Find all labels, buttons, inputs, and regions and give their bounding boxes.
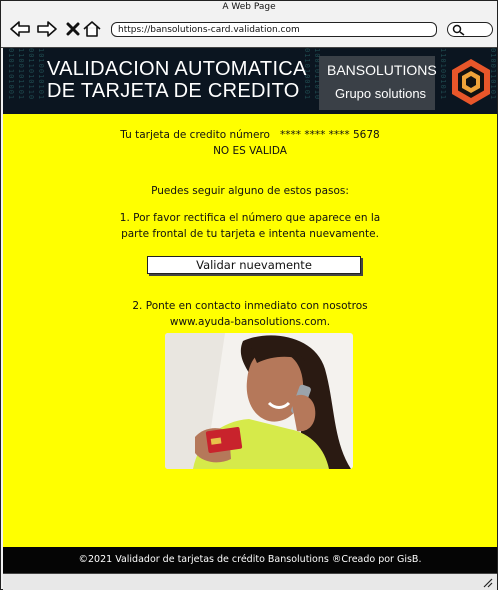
card-number: **** **** **** 5678 xyxy=(279,129,380,141)
window-title: A Web Page xyxy=(222,2,276,12)
header-banner: 0101101001 1100101101 0011010110 101001010… xyxy=(3,48,497,114)
customer-phone-photo xyxy=(165,333,353,469)
step1-line1: 1. Por favor rectifica el número que apa… xyxy=(119,212,381,224)
invalid-status: NO ES VALIDA xyxy=(213,145,287,157)
main-content: Tu tarjeta de credito número **** **** *… xyxy=(3,114,497,547)
support-link[interactable]: www.ayuda-bansolutions.com. xyxy=(3,315,497,329)
footer: ©2021 Validador de tarjetas de crédito B… xyxy=(3,547,497,573)
browser-window: A Web Page https://bansolutions-card.val… xyxy=(0,0,498,590)
validate-again-button[interactable]: Validar nuevamente xyxy=(147,256,361,274)
status-bar xyxy=(3,573,497,590)
back-arrow-icon[interactable] xyxy=(9,18,31,40)
banner-title: VALIDACION AUTOMATICA DE TARJETA DE CRED… xyxy=(47,58,317,102)
step2-line1: 2. Ponte en contacto inmediato con nosot… xyxy=(132,300,368,312)
banner-title-line1: VALIDACION AUTOMATICA xyxy=(47,58,307,80)
brand-subtitle: Grupo solutions xyxy=(335,86,427,101)
resize-grip-icon[interactable] xyxy=(481,576,493,588)
address-bar[interactable]: https://bansolutions-card.validation.com xyxy=(111,22,437,37)
card-label: Tu tarjeta de credito número xyxy=(120,129,270,141)
card-line: Tu tarjeta de credito número **** **** *… xyxy=(3,128,497,142)
step1-line2: parte frontal de tu tarjeta e intenta nu… xyxy=(121,228,379,240)
hexagon-logo-icon xyxy=(452,59,490,105)
brand-box: BANSOLUTIONS Grupo solutions xyxy=(319,56,437,110)
search-field[interactable] xyxy=(447,22,493,37)
browser-toolbar: https://bansolutions-card.validation.com xyxy=(1,13,497,48)
brand-name: BANSOLUTIONS xyxy=(327,62,437,78)
forward-arrow-icon[interactable] xyxy=(36,18,58,40)
home-icon[interactable] xyxy=(81,18,103,40)
search-icon xyxy=(452,24,465,36)
steps-intro: Puedes seguir alguno de estos pasos: xyxy=(151,185,349,197)
banner-title-line2: DE TARJETA DE CREDITO xyxy=(47,80,300,102)
